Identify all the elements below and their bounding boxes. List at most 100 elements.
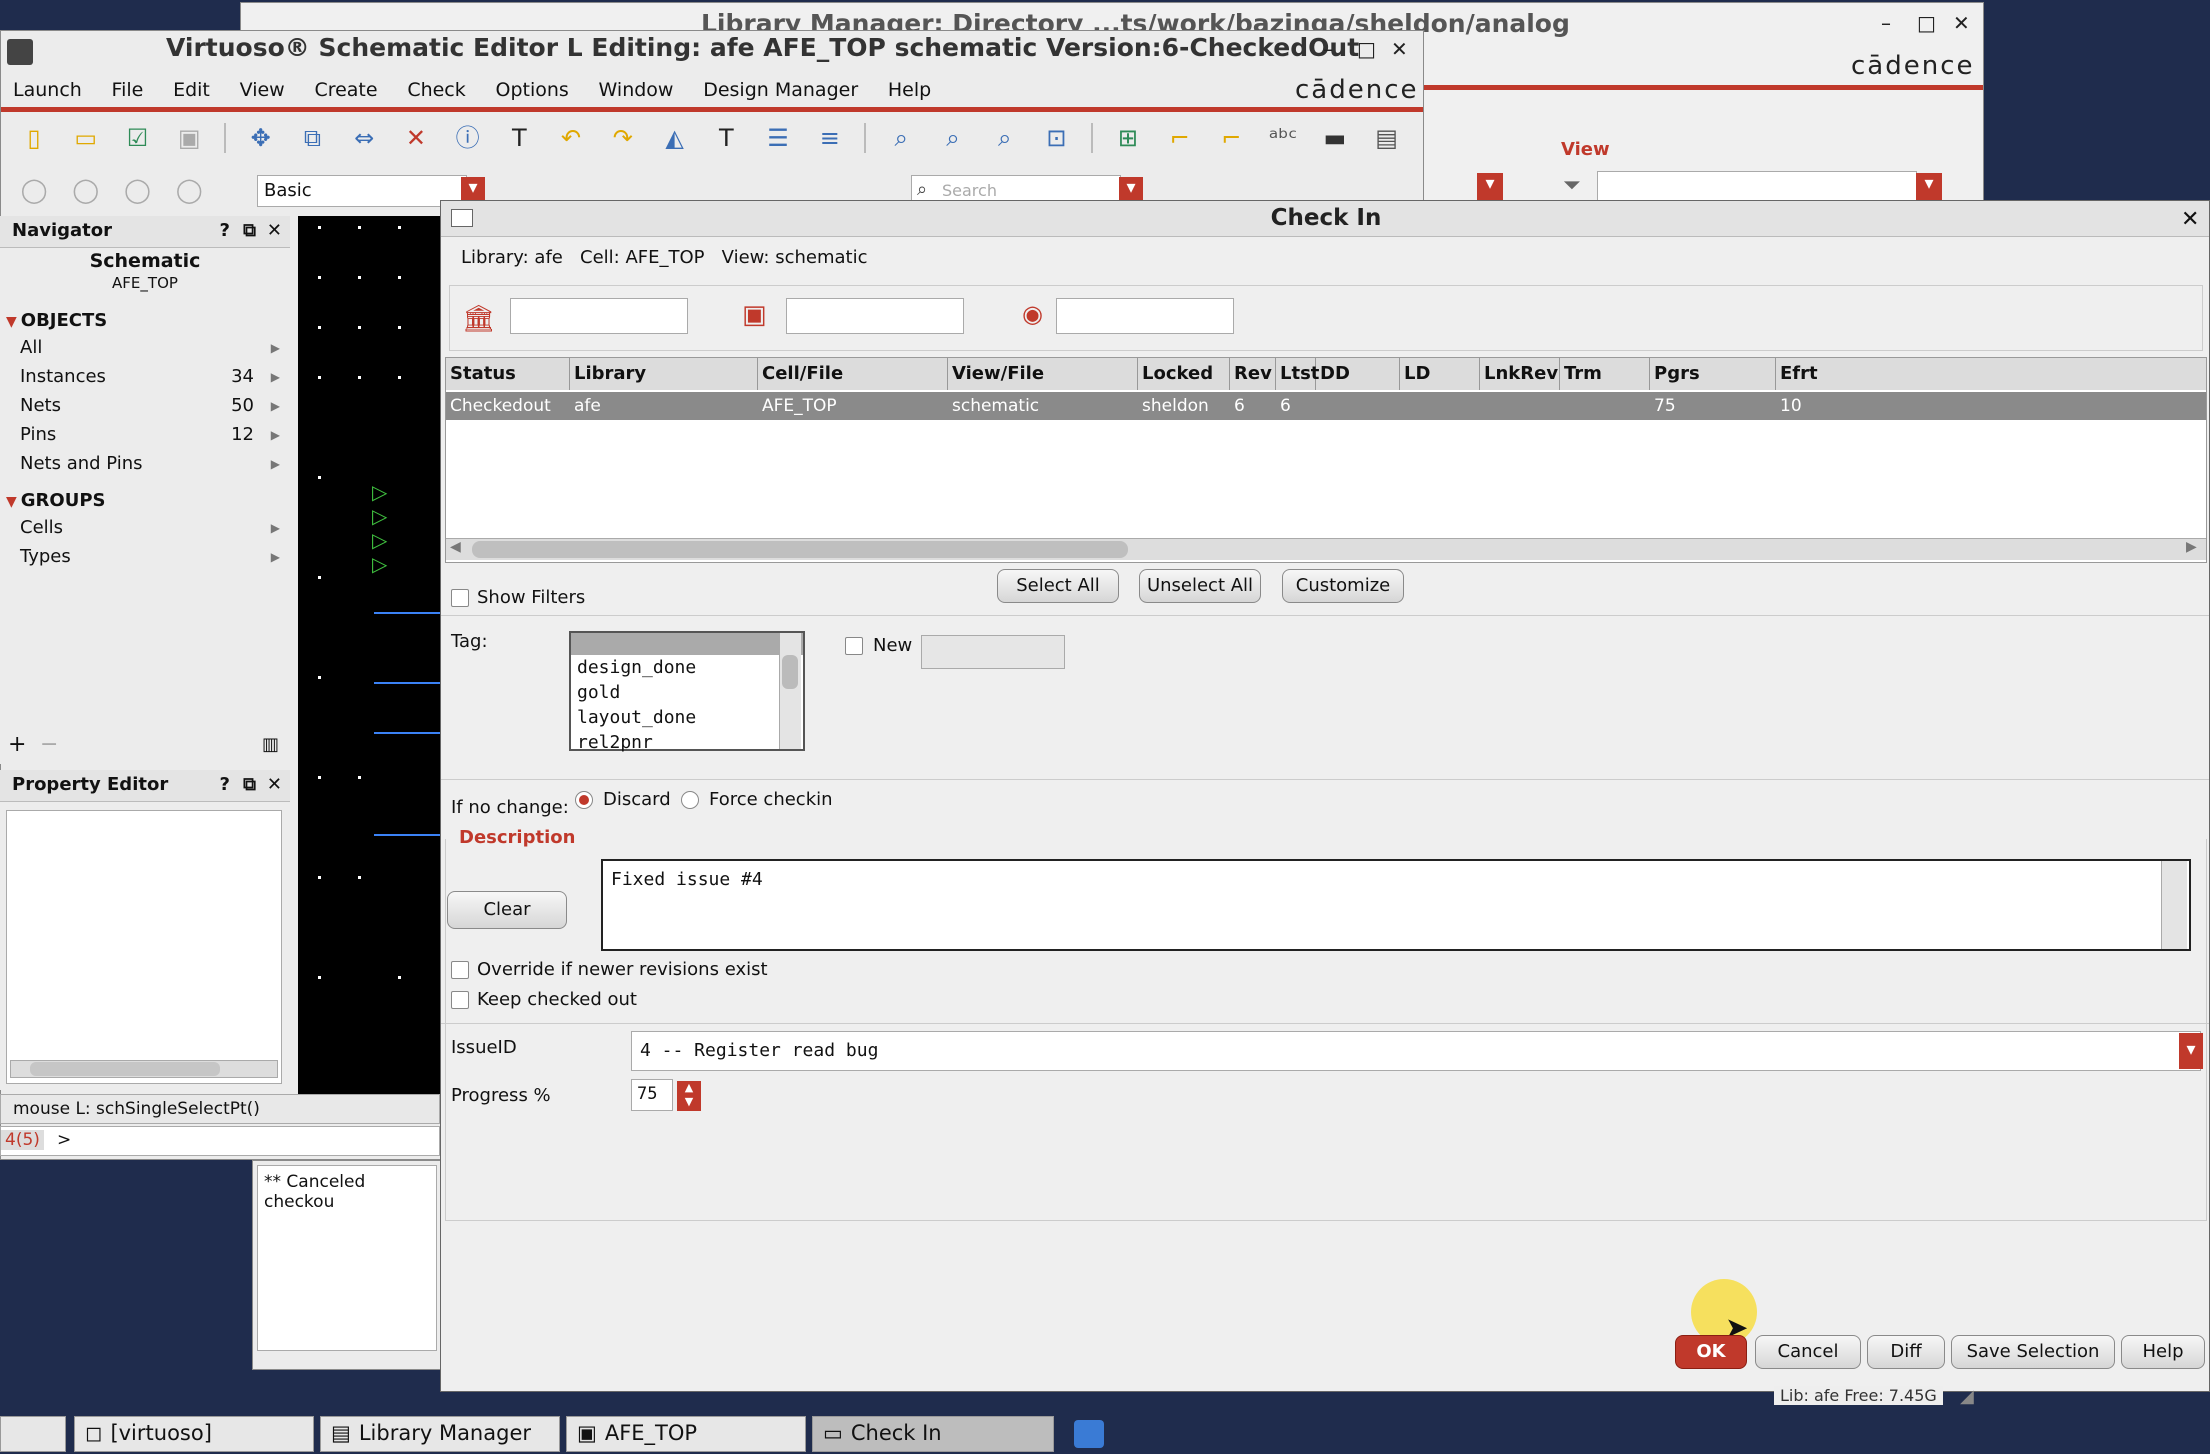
circle-icon[interactable]: ◯ xyxy=(120,173,154,207)
customize-button[interactable]: Customize xyxy=(1282,569,1404,603)
scrollbar-thumb[interactable] xyxy=(30,1062,220,1076)
wire-icon[interactable]: ⌐ xyxy=(1163,121,1197,155)
override-checkbox[interactable] xyxy=(451,961,469,979)
col-ltst[interactable]: Ltst xyxy=(1276,358,1319,390)
nav-item-nets[interactable]: Nets 50 ▶ xyxy=(0,393,290,422)
ok-button[interactable]: OK xyxy=(1675,1335,1747,1369)
col-dd[interactable]: DD xyxy=(1316,358,1400,390)
menu-design-manager[interactable]: Design Manager xyxy=(703,79,858,101)
expand-arrow-icon[interactable]: ▶ xyxy=(271,550,280,564)
col-efrt[interactable]: Efrt xyxy=(1776,358,2206,390)
scroll-right-icon[interactable]: ▶ xyxy=(2186,539,2197,555)
menu-launch[interactable]: Launch xyxy=(13,79,82,101)
maximize-icon[interactable]: □ xyxy=(1357,37,1376,61)
select-all-button[interactable]: Select All xyxy=(997,569,1119,603)
properties-icon[interactable]: ⓘ xyxy=(451,121,485,155)
maximize-icon[interactable]: □ xyxy=(1917,11,1936,35)
filter-icon[interactable]: ⏷ xyxy=(1563,173,1581,198)
taskbar-item-virtuoso[interactable]: ◻ [virtuoso] xyxy=(74,1416,314,1452)
circle-icon[interactable]: ◯ xyxy=(17,173,51,207)
add-instance-icon[interactable]: ⊞ xyxy=(1111,121,1145,155)
taskbar-item-library-manager[interactable]: ▤ Library Manager xyxy=(320,1416,560,1452)
float-icon[interactable]: ⧉ xyxy=(243,220,256,241)
close-icon[interactable]: ✕ xyxy=(267,774,282,795)
circle-icon[interactable]: ◯ xyxy=(172,173,206,207)
redo-icon[interactable]: ↷ xyxy=(606,121,640,155)
minimize-icon[interactable]: – xyxy=(1881,11,1891,35)
minimize-icon[interactable]: – xyxy=(1323,37,1333,61)
view-filter-input[interactable] xyxy=(1597,171,1917,203)
float-icon[interactable]: ⧉ xyxy=(243,774,256,795)
menu-file[interactable]: File xyxy=(112,79,144,101)
zoom-area-icon[interactable]: ⌕ xyxy=(988,121,1022,155)
copy-icon[interactable]: ⧉ xyxy=(295,121,329,155)
view-dropdown-icon[interactable]: ▾ xyxy=(1916,173,1942,201)
library-filter-input[interactable] xyxy=(510,298,688,334)
menu-options[interactable]: Options xyxy=(496,79,569,101)
help-icon[interactable]: ? xyxy=(220,220,230,241)
lib-dropdown-icon[interactable]: ▾ xyxy=(1477,173,1503,201)
select-mode-icon[interactable]: ◭ xyxy=(658,121,692,155)
new-icon[interactable]: ▯ xyxy=(17,121,51,155)
progress-stepper-icon[interactable]: ▲ ▼ xyxy=(677,1081,701,1111)
tag-scrollbar[interactable] xyxy=(779,633,801,749)
keep-checked-out-checkbox[interactable] xyxy=(451,991,469,1009)
menu-edit[interactable]: Edit xyxy=(173,79,210,101)
save-icon[interactable]: ▣ xyxy=(172,121,206,155)
objects-section[interactable]: ▼ OBJECTS xyxy=(0,306,290,335)
menu-create[interactable]: Create xyxy=(314,79,377,101)
description-textarea[interactable]: Fixed issue #4 xyxy=(601,859,2191,951)
property-list[interactable] xyxy=(6,810,282,1084)
nav-item-nets-and-pins[interactable]: Nets and Pins ▶ xyxy=(0,451,290,480)
buffer-symbol[interactable]: ▷ ▷ ▷ ▷ xyxy=(372,480,387,576)
diff-button[interactable]: Diff xyxy=(1867,1335,1945,1369)
cell-filter-input[interactable] xyxy=(786,298,964,334)
new-tag-input[interactable] xyxy=(921,635,1065,669)
col-ld[interactable]: LD xyxy=(1400,358,1480,390)
expand-arrow-icon[interactable]: ▶ xyxy=(271,399,280,413)
table-row[interactable]: Checkedout afe AFE_TOP schematic sheldon… xyxy=(446,392,2206,420)
close-icon[interactable]: ✕ xyxy=(1391,37,1408,61)
pin-icon[interactable]: ▬ xyxy=(1318,121,1352,155)
close-icon[interactable]: ✕ xyxy=(1953,11,1970,35)
nav-item-cells[interactable]: Cells ▶ xyxy=(0,515,290,544)
col-locked[interactable]: Locked xyxy=(1138,358,1230,390)
zoom-in-icon[interactable]: ⌕ xyxy=(884,121,918,155)
wire-bus-icon[interactable]: ⌐ xyxy=(1214,121,1248,155)
tag-option[interactable]: rel2pnr xyxy=(571,730,803,755)
col-view-file[interactable]: View/File xyxy=(948,358,1138,390)
col-library[interactable]: Library xyxy=(570,358,758,390)
expand-arrow-icon[interactable]: ▶ xyxy=(271,428,280,442)
menu-check[interactable]: Check xyxy=(407,79,465,101)
label-icon[interactable]: T xyxy=(502,121,536,155)
expand-arrow-icon[interactable]: ▶ xyxy=(271,521,280,535)
horizontal-scrollbar[interactable]: ◀ ▶ xyxy=(446,538,2206,560)
close-icon[interactable]: ✕ xyxy=(2181,207,2199,232)
col-rev[interactable]: Rev xyxy=(1230,358,1276,390)
zoom-fit-icon[interactable]: ⊡ xyxy=(1039,121,1073,155)
expand-arrow-icon[interactable]: ▶ xyxy=(271,341,280,355)
tag-list[interactable]: design_done gold layout_done rel2pnr xyxy=(569,631,805,753)
command-line[interactable]: 4(5) > xyxy=(0,1126,440,1156)
nav-item-all[interactable]: All ▶ xyxy=(0,335,290,364)
align-icon[interactable]: ☰ xyxy=(761,121,795,155)
issue-dropdown-icon[interactable]: ▾ xyxy=(2179,1033,2203,1069)
col-status[interactable]: Status xyxy=(446,358,570,390)
clear-button[interactable]: Clear xyxy=(447,891,567,929)
tag-option[interactable]: gold xyxy=(571,680,803,705)
menu-window[interactable]: Window xyxy=(599,79,674,101)
issue-id-select[interactable]: 4 -- Register read bug xyxy=(631,1031,2201,1071)
force-checkin-radio[interactable] xyxy=(681,791,699,809)
scrollbar-thumb[interactable] xyxy=(782,655,798,689)
nav-item-instances[interactable]: Instances 34 ▶ xyxy=(0,364,290,393)
open-icon[interactable]: ▭ xyxy=(69,121,103,155)
nav-item-types[interactable]: Types ▶ xyxy=(0,544,290,573)
undo-icon[interactable]: ↶ xyxy=(554,121,588,155)
help-icon[interactable]: ? xyxy=(220,774,230,795)
col-cell-file[interactable]: Cell/File xyxy=(758,358,948,390)
notes-icon[interactable]: ▤ xyxy=(1370,121,1404,155)
expand-arrow-icon[interactable]: ▶ xyxy=(271,370,280,384)
workspace-select[interactable]: Basic xyxy=(257,175,467,207)
cancel-button[interactable]: Cancel xyxy=(1755,1335,1861,1369)
menu-view[interactable]: View xyxy=(240,79,285,101)
